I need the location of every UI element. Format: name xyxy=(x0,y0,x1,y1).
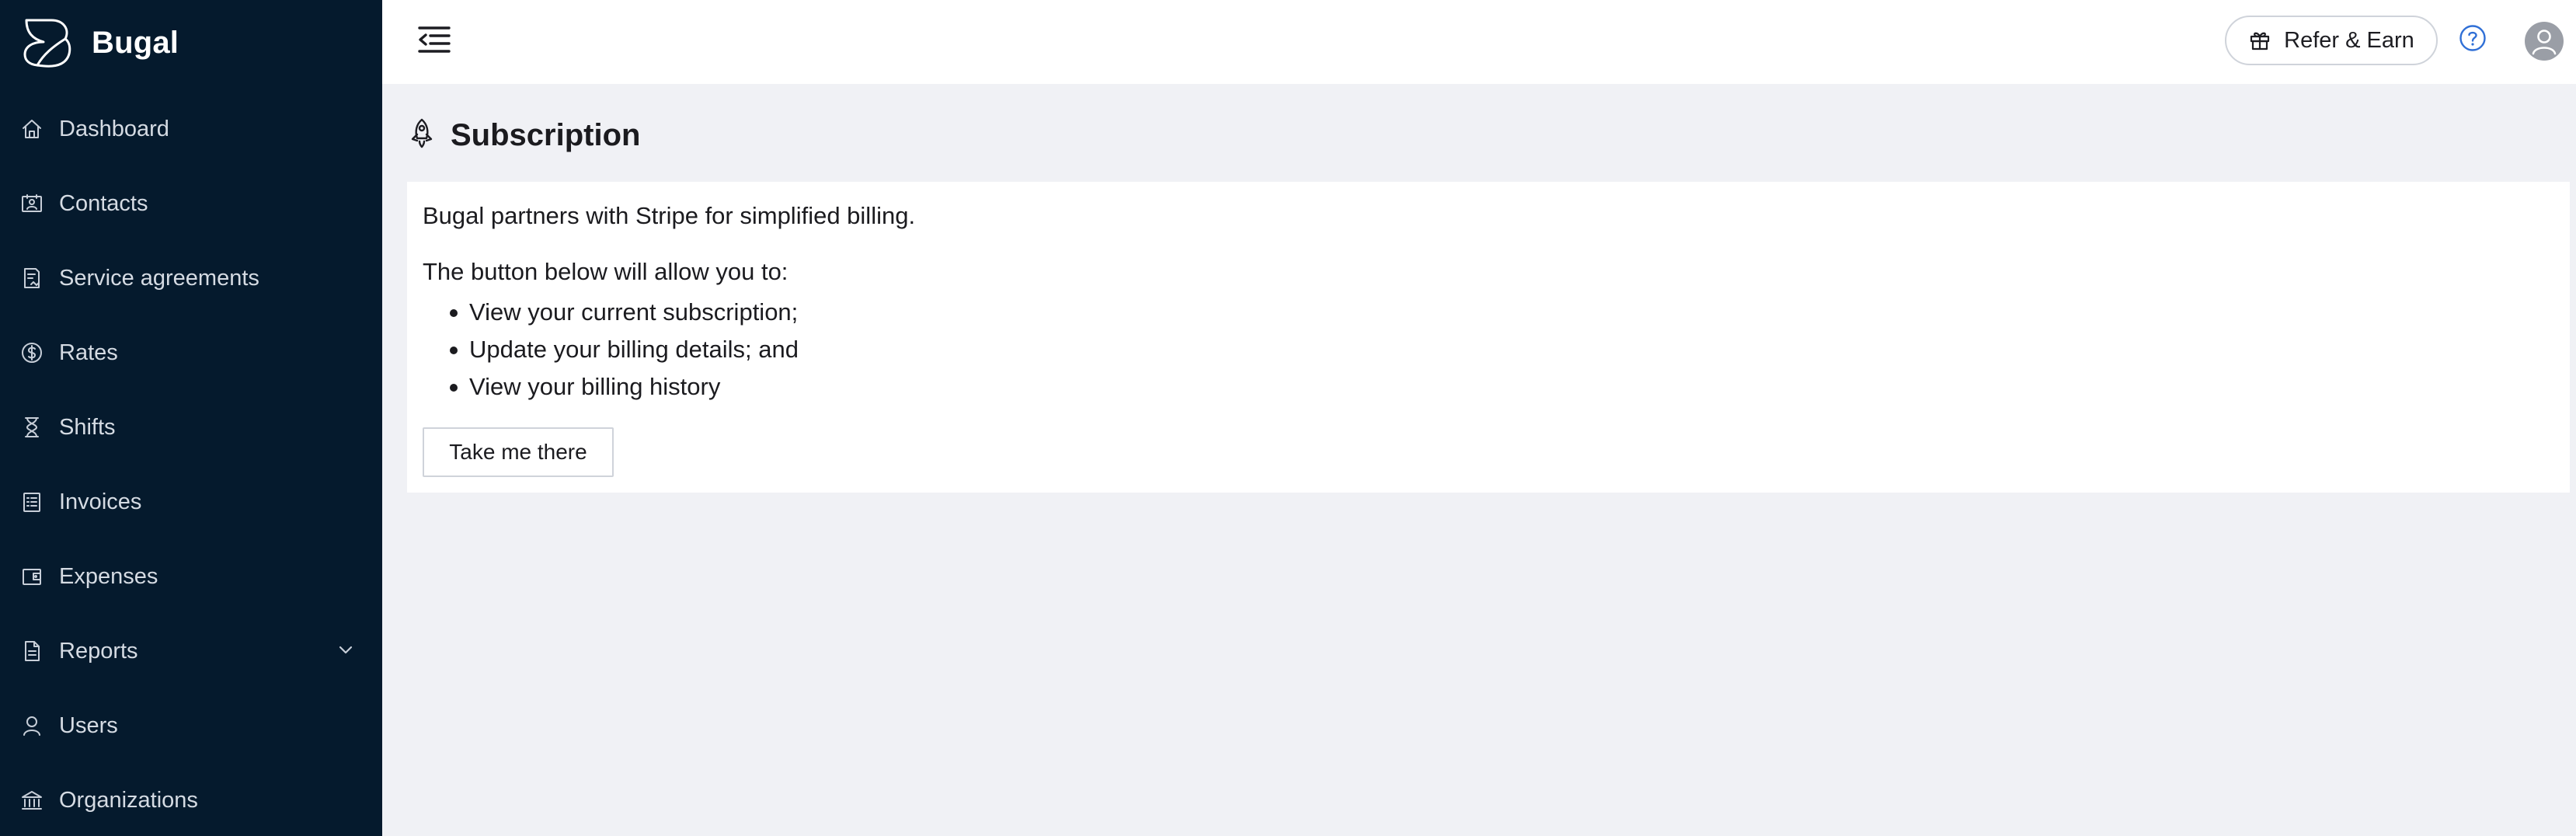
sidebar-item-label: Users xyxy=(59,712,118,738)
list-item: View your billing history xyxy=(450,368,799,406)
list-item: Update your billing details; and xyxy=(450,331,799,368)
sidebar-item-label: Invoices xyxy=(59,489,142,514)
avatar-icon[interactable] xyxy=(2525,22,2564,61)
lead-text: The button below will allow you to: xyxy=(423,258,788,285)
sidebar-item-label: Organizations xyxy=(59,787,198,813)
home-icon xyxy=(20,117,44,141)
sidebar-nav: Dashboard Contacts Service agreements Ra… xyxy=(0,92,382,836)
user-icon xyxy=(20,714,44,737)
sidebar-item-rates[interactable]: Rates xyxy=(0,315,382,390)
page-title: Subscription xyxy=(451,117,641,152)
rocket-icon xyxy=(407,117,437,154)
agreement-icon xyxy=(20,266,44,290)
brand-name: Bugal xyxy=(92,25,179,60)
sidebar-item-label: Reports xyxy=(59,638,138,664)
sidebar-item-reports[interactable]: Reports xyxy=(0,614,382,688)
bank-icon xyxy=(20,789,44,812)
wallet-icon xyxy=(20,565,44,588)
refer-earn-button[interactable]: Refer & Earn xyxy=(2225,16,2438,65)
sidebar-item-dashboard[interactable]: Dashboard xyxy=(0,92,382,166)
take-me-there-button[interactable]: Take me there xyxy=(423,427,614,477)
sidebar-item-label: Rates xyxy=(59,340,118,365)
refer-earn-label: Refer & Earn xyxy=(2284,27,2414,53)
intro-text: Bugal partners with Stripe for simplifie… xyxy=(423,202,916,229)
menu-collapse-icon[interactable] xyxy=(416,23,452,56)
page-header: Subscription xyxy=(407,113,640,157)
dollar-circle-icon xyxy=(20,341,44,364)
sidebar-item-organizations[interactable]: Organizations xyxy=(0,763,382,836)
sidebar-item-label: Expenses xyxy=(59,563,158,589)
sidebar-item-expenses[interactable]: Expenses xyxy=(0,539,382,614)
hourglass-icon xyxy=(20,416,44,439)
sidebar-item-users[interactable]: Users xyxy=(0,688,382,763)
chevron-down-icon[interactable] xyxy=(336,640,356,660)
brand[interactable]: Bugal xyxy=(20,14,179,71)
invoice-icon xyxy=(20,490,44,514)
app-root: Bugal Dashboard Contacts Service agreeme… xyxy=(0,0,2576,836)
report-icon xyxy=(20,639,44,663)
sidebar-item-label: Contacts xyxy=(59,190,148,216)
sidebar-item-invoices[interactable]: Invoices xyxy=(0,465,382,539)
sidebar-item-shifts[interactable]: Shifts xyxy=(0,390,382,465)
help-icon[interactable] xyxy=(2458,23,2487,53)
sidebar: Bugal Dashboard Contacts Service agreeme… xyxy=(0,0,382,836)
sidebar-item-label: Dashboard xyxy=(59,116,169,141)
contact-card-icon xyxy=(20,192,44,215)
gift-icon xyxy=(2248,28,2271,54)
sidebar-item-contacts[interactable]: Contacts xyxy=(0,166,382,241)
subscription-card: Bugal partners with Stripe for simplifie… xyxy=(407,182,2570,493)
sidebar-item-service-agreements[interactable]: Service agreements xyxy=(0,241,382,315)
bugal-logo-icon xyxy=(23,19,71,68)
topbar: Refer & Earn xyxy=(382,0,2576,84)
sidebar-item-label: Service agreements xyxy=(59,265,259,291)
list-item: View your current subscription; xyxy=(450,294,799,331)
sidebar-item-label: Shifts xyxy=(59,414,116,440)
benefits-list: View your current subscription; Update y… xyxy=(450,294,799,406)
